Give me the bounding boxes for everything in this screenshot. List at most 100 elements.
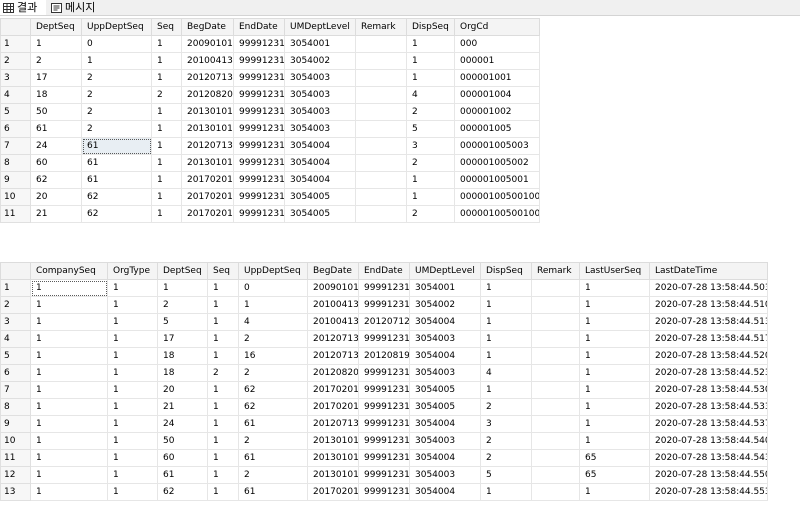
cell-umdeptlevel[interactable]: 3054005 <box>284 188 356 206</box>
cell-remark[interactable] <box>531 432 580 450</box>
cell-begdate[interactable]: 20170201 <box>307 398 359 416</box>
cell-enddate[interactable]: 99991231 <box>358 381 410 399</box>
cell-deptseq[interactable]: 2 <box>30 52 82 70</box>
cell-enddate[interactable]: 99991231 <box>358 330 410 348</box>
cell-orgtype[interactable]: 1 <box>107 398 158 416</box>
cell-dispseq[interactable]: 1 <box>406 171 455 189</box>
cell-dispseq[interactable]: 2 <box>406 154 455 172</box>
cell-uppdeptseq[interactable]: 2 <box>81 103 152 121</box>
cell-umdeptlevel[interactable]: 3054003 <box>409 364 481 382</box>
cell-deptseq[interactable]: 62 <box>157 483 208 501</box>
cell-enddate[interactable]: 99991231 <box>233 154 285 172</box>
row-number[interactable]: 7 <box>0 137 31 155</box>
column-header-companyseq[interactable]: CompanySeq <box>30 262 108 280</box>
cell-dispseq[interactable]: 1 <box>480 279 532 297</box>
cell-dispseq[interactable]: 4 <box>406 86 455 104</box>
cell-lastuserseq[interactable]: 1 <box>579 381 650 399</box>
cell-orgtype[interactable]: 1 <box>107 330 158 348</box>
cell-seq[interactable]: 1 <box>151 120 182 138</box>
cell-enddate[interactable]: 99991231 <box>358 449 410 467</box>
cell-lastuserseq[interactable]: 1 <box>579 347 650 365</box>
cell-dispseq[interactable]: 1 <box>406 188 455 206</box>
cell-companyseq[interactable]: 1 <box>30 432 108 450</box>
cell-uppdeptseq[interactable]: 61 <box>81 137 152 155</box>
cell-deptseq[interactable]: 61 <box>30 120 82 138</box>
column-header-uppdeptseq[interactable]: UppDeptSeq <box>81 18 152 36</box>
cell-dispseq[interactable]: 2 <box>480 398 532 416</box>
cell-deptseq[interactable]: 20 <box>157 381 208 399</box>
cell-enddate[interactable]: 99991231 <box>233 188 285 206</box>
row-number[interactable]: 3 <box>0 69 31 87</box>
cell-deptseq[interactable]: 24 <box>30 137 82 155</box>
cell-seq[interactable]: 1 <box>207 449 239 467</box>
row-number[interactable]: 7 <box>0 381 31 399</box>
cell-seq[interactable]: 1 <box>207 432 239 450</box>
cell-seq[interactable]: 1 <box>207 296 239 314</box>
cell-lastdatetime[interactable]: 2020-07-28 13:58:44.540 <box>649 432 768 450</box>
row-number[interactable]: 6 <box>0 364 31 382</box>
column-header-enddate[interactable]: EndDate <box>358 262 410 280</box>
cell-umdeptlevel[interactable]: 3054003 <box>284 69 356 87</box>
row-number[interactable]: 6 <box>0 120 31 138</box>
cell-companyseq[interactable]: 1 <box>30 296 108 314</box>
cell-enddate[interactable]: 99991231 <box>233 120 285 138</box>
cell-orgcd[interactable]: 000 <box>454 35 540 53</box>
corner-cell[interactable] <box>0 18 31 36</box>
row-number[interactable]: 11 <box>0 449 31 467</box>
cell-remark[interactable] <box>355 171 407 189</box>
cell-enddate[interactable]: 99991231 <box>233 171 285 189</box>
cell-deptseq[interactable]: 21 <box>30 205 82 223</box>
cell-uppdeptseq[interactable]: 16 <box>238 347 308 365</box>
cell-orgcd[interactable]: 000001 <box>454 52 540 70</box>
cell-enddate[interactable]: 99991231 <box>233 52 285 70</box>
cell-umdeptlevel[interactable]: 3054001 <box>284 35 356 53</box>
cell-begdate[interactable]: 20100413 <box>181 52 234 70</box>
cell-uppdeptseq[interactable]: 62 <box>238 398 308 416</box>
cell-orgtype[interactable]: 1 <box>107 347 158 365</box>
row-number[interactable]: 2 <box>0 296 31 314</box>
cell-orgtype[interactable]: 1 <box>107 483 158 501</box>
row-number[interactable]: 2 <box>0 52 31 70</box>
cell-dispseq[interactable]: 1 <box>406 69 455 87</box>
cell-seq[interactable]: 1 <box>207 347 239 365</box>
cell-orgtype[interactable]: 1 <box>107 296 158 314</box>
cell-lastdatetime[interactable]: 2020-07-28 13:58:44.553 <box>649 483 768 501</box>
cell-lastuserseq[interactable]: 1 <box>579 364 650 382</box>
column-header-orgtype[interactable]: OrgType <box>107 262 158 280</box>
cell-umdeptlevel[interactable]: 3054003 <box>284 120 356 138</box>
cell-orgcd[interactable]: 000001005003 <box>454 137 540 155</box>
cell-remark[interactable] <box>355 205 407 223</box>
cell-companyseq[interactable]: 1 <box>30 381 108 399</box>
cell-uppdeptseq[interactable]: 0 <box>81 35 152 53</box>
tab-results[interactable]: 결과 <box>0 0 46 15</box>
cell-remark[interactable] <box>531 279 580 297</box>
cell-orgtype[interactable]: 1 <box>107 415 158 433</box>
cell-deptseq[interactable]: 5 <box>157 313 208 331</box>
cell-remark[interactable] <box>355 103 407 121</box>
cell-dispseq[interactable]: 2 <box>406 205 455 223</box>
column-header-umdeptlevel[interactable]: UMDeptLevel <box>284 18 356 36</box>
cell-begdate[interactable]: 20170201 <box>181 171 234 189</box>
cell-dispseq[interactable]: 5 <box>406 120 455 138</box>
cell-orgcd[interactable]: 000001005001001 <box>454 188 540 206</box>
cell-deptseq[interactable]: 60 <box>30 154 82 172</box>
cell-dispseq[interactable]: 3 <box>480 415 532 433</box>
cell-dispseq[interactable]: 1 <box>406 35 455 53</box>
cell-enddate[interactable]: 99991231 <box>358 398 410 416</box>
cell-uppdeptseq[interactable]: 2 <box>238 466 308 484</box>
cell-orgcd[interactable]: 000001001 <box>454 69 540 87</box>
cell-remark[interactable] <box>355 86 407 104</box>
cell-seq[interactable]: 2 <box>151 86 182 104</box>
cell-uppdeptseq[interactable]: 62 <box>81 188 152 206</box>
cell-lastdatetime[interactable]: 2020-07-28 13:58:44.533 <box>649 398 768 416</box>
cell-seq[interactable]: 1 <box>151 154 182 172</box>
cell-remark[interactable] <box>355 154 407 172</box>
cell-orgcd[interactable]: 000001005 <box>454 120 540 138</box>
tab-messages[interactable]: 메시지 <box>48 0 104 15</box>
cell-companyseq[interactable]: 1 <box>30 279 108 297</box>
cell-enddate[interactable]: 99991231 <box>358 466 410 484</box>
cell-dispseq[interactable]: 1 <box>406 52 455 70</box>
cell-remark[interactable] <box>531 449 580 467</box>
cell-deptseq[interactable]: 21 <box>157 398 208 416</box>
cell-lastuserseq[interactable]: 1 <box>579 432 650 450</box>
